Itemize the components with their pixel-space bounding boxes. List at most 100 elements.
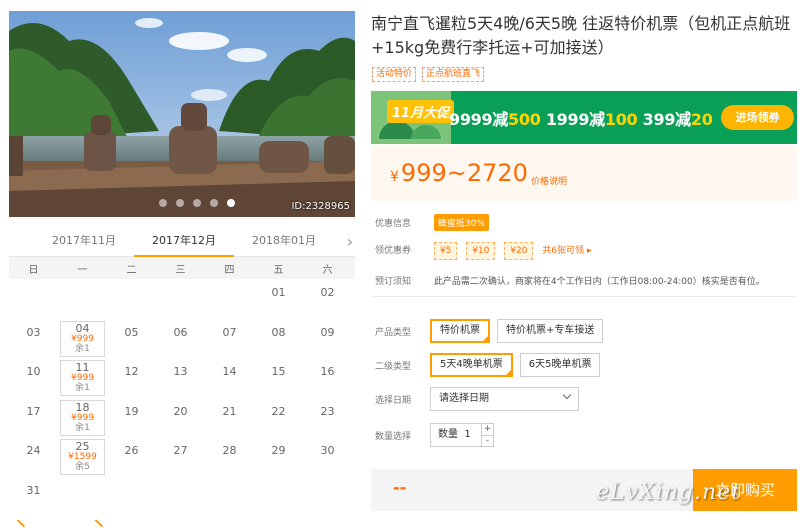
quantity-steps: + -: [481, 424, 493, 446]
price-value: 999~2720: [400, 159, 528, 187]
offer-threshold: 1999减: [545, 110, 605, 129]
chevron-right-icon[interactable]: ›: [347, 232, 353, 251]
quantity-row: 数量选择 数量 1 + -: [375, 423, 494, 447]
day-number: 23: [320, 404, 335, 418]
offer-threshold: 399减: [642, 110, 692, 129]
carousel-dot[interactable]: [193, 199, 201, 207]
calendar-day: 17: [9, 398, 58, 438]
section-divider: [371, 296, 797, 297]
day-remaining: 余5: [75, 462, 90, 472]
promo-badge: 11月大促: [387, 100, 455, 123]
calendar-day[interactable]: 04 ¥999 余1: [58, 319, 107, 359]
day-number: 03: [26, 325, 41, 339]
calendar-day: [156, 279, 205, 319]
month-tab-prev[interactable]: 2017年11月: [34, 227, 134, 257]
day-number: 02: [320, 286, 335, 299]
offer-threshold: 9999减: [449, 110, 509, 129]
carousel-dot[interactable]: [227, 199, 235, 207]
weekday-label: 五: [273, 264, 284, 276]
day-number: 07: [222, 325, 237, 339]
day-number: 17: [26, 404, 41, 418]
sub-type-option[interactable]: 6天5晚单机票: [519, 353, 601, 377]
day-number: 19: [124, 404, 139, 418]
day-price: ¥999: [71, 412, 94, 423]
month-tabs: 2017年11月 2017年12月 2018年01月 ›: [9, 227, 355, 257]
row-label: 产品类型: [375, 327, 412, 338]
get-coupon-button[interactable]: 进场领券: [721, 105, 794, 130]
day-number: 26: [124, 444, 139, 457]
more-coupons-link[interactable]: 共6张可领 ▸: [542, 246, 591, 256]
available-day[interactable]: 25 ¥1599 余5: [60, 439, 105, 475]
day-remaining: 余1: [75, 422, 90, 433]
sub-type-option[interactable]: 5天4晚单机票: [430, 353, 513, 377]
coupon-item[interactable]: ¥10: [466, 242, 496, 260]
promo-banner[interactable]: 11月大促 9999减500 1999减100 399减20 进场领券: [371, 91, 797, 144]
calendar-day: [107, 477, 156, 517]
quantity-stepper[interactable]: 数量 1 + -: [430, 423, 494, 447]
day-number: 18: [75, 400, 90, 414]
calendar-day: 14: [205, 358, 254, 398]
promo-offers: 9999减500 1999减100 399减20: [449, 106, 713, 130]
calendar-day: 21: [205, 398, 254, 438]
notice-text: 此产品需二次确认，商家将在4个工作日内（工作日08:00-24:00）核实是否有…: [433, 277, 765, 287]
coupon-item[interactable]: ¥5: [433, 242, 458, 260]
calendar-day: 19: [107, 398, 156, 438]
available-day[interactable]: 11 ¥999 余1: [60, 360, 105, 396]
calendar-day: 30: [303, 437, 352, 477]
calendar-day: 22: [254, 398, 303, 438]
buy-bar: -- 立即购买: [371, 469, 797, 511]
product-type-option[interactable]: 特价机票: [430, 319, 490, 343]
day-number: 30: [320, 444, 335, 457]
calendar-day: 31: [9, 477, 58, 517]
month-tab-next[interactable]: 2018年01月: [234, 227, 334, 257]
carousel-dot[interactable]: [159, 199, 167, 207]
offer-cut: 500: [508, 110, 541, 129]
available-day[interactable]: 04 ¥999 余1: [60, 320, 105, 357]
calendar-day[interactable]: 11 ¥999 余1: [58, 358, 107, 398]
total-price: --: [393, 478, 407, 497]
day-number: 15: [271, 365, 286, 378]
quantity-value[interactable]: 数量 1: [431, 424, 481, 446]
carousel-dot[interactable]: [210, 199, 218, 207]
day-number: 14: [222, 365, 237, 378]
calendar-day: 03: [9, 319, 58, 359]
increment-button[interactable]: +: [482, 424, 493, 435]
discount-badge: 蜂蜜抵30%: [433, 214, 489, 231]
weekday-header: 日一二三四五六: [9, 257, 355, 279]
calendar-grid: 01 02 03 04 ¥999 余1 05 06 07 08 09 10 11 ¥999 余1 12 13 14…: [9, 279, 355, 516]
price-note-link[interactable]: 价格说明: [531, 174, 567, 187]
weekday-label: 六: [322, 264, 333, 276]
product-type-option[interactable]: 特价机票+专车接送: [497, 319, 604, 343]
row-label: 预订须知: [375, 277, 412, 287]
temple-photo-image: [9, 11, 355, 217]
day-number: 22: [271, 404, 286, 418]
photo-id-label: ID:2328965: [291, 201, 350, 212]
day-number: 24: [26, 444, 41, 457]
product-type-row: 产品类型 特价机票 特价机票+专车接送: [375, 319, 610, 343]
row-label: 领优惠券: [375, 246, 412, 256]
calendar-day: 08: [254, 319, 303, 359]
month-tab-current[interactable]: 2017年12月: [134, 227, 234, 257]
arrow-up-icon: [88, 520, 104, 528]
day-remaining: 余1: [75, 343, 90, 354]
calendar-day: [205, 279, 254, 319]
date-select[interactable]: 请选择日期: [430, 387, 579, 411]
weekday-label: 一: [77, 264, 88, 276]
carousel-dot[interactable]: [176, 199, 184, 207]
day-number: 21: [222, 404, 237, 418]
calendar-day: 16: [303, 358, 352, 398]
row-label: 优惠信息: [375, 219, 412, 229]
calendar-day: [58, 477, 107, 517]
calendar-day: 06: [156, 319, 205, 359]
coupon-item[interactable]: ¥20: [504, 242, 534, 260]
notice-row: 预订须知 此产品需二次确认，商家将在4个工作日内（工作日08:00-24:00）…: [375, 274, 765, 287]
calendar-day[interactable]: 18 ¥999 余1: [58, 398, 107, 438]
decrement-button[interactable]: -: [482, 435, 493, 447]
calendar-day: [303, 477, 352, 517]
buy-now-button[interactable]: 立即购买: [693, 469, 797, 511]
calendar-day[interactable]: 25 ¥1599 余5: [58, 437, 107, 477]
price-range: ¥999~2720: [390, 159, 528, 187]
product-photo[interactable]: ID:2328965: [9, 11, 355, 217]
available-day[interactable]: 18 ¥999 余1: [60, 399, 105, 436]
day-remaining: 余1: [75, 383, 90, 393]
